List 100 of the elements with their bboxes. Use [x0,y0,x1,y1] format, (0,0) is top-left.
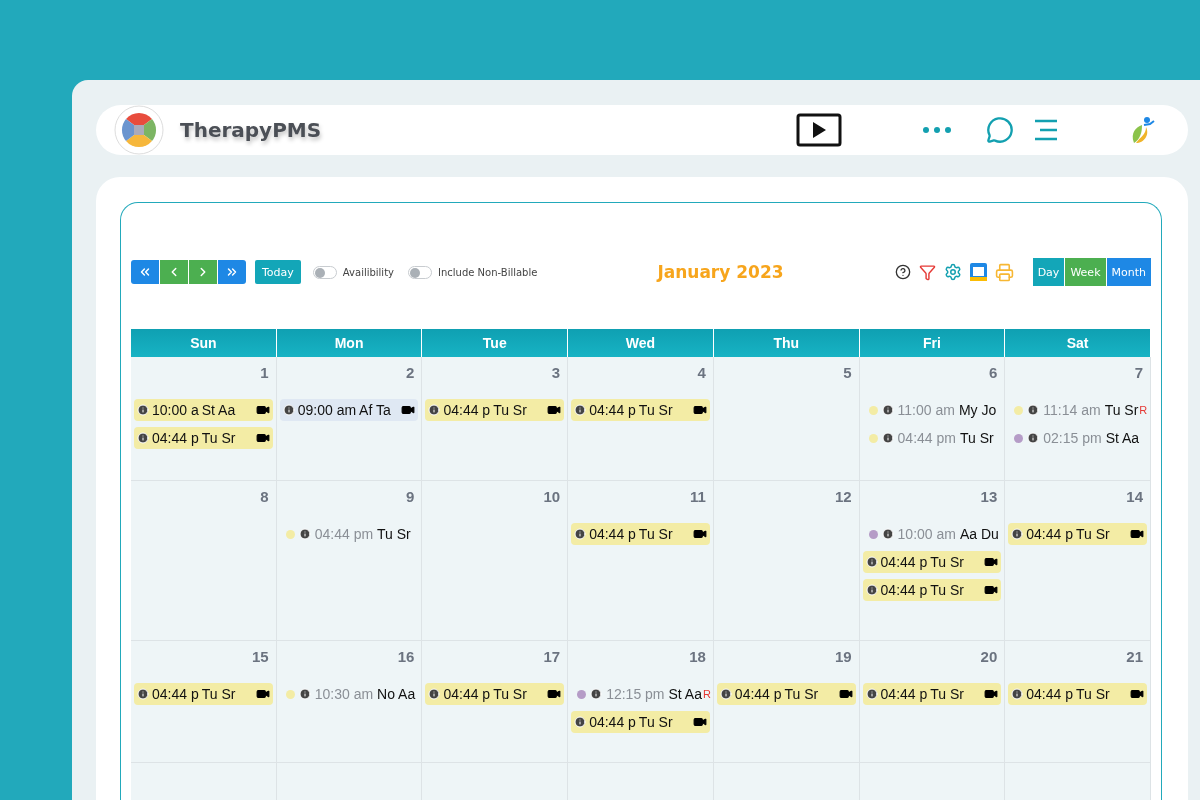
day-cell[interactable]: 2 09:00 am Af Ta [276,357,423,481]
appointment-time: 04:44 p [443,686,491,702]
info-icon[interactable] [574,716,587,728]
settings-icon[interactable] [943,263,962,281]
info-icon[interactable] [1027,404,1040,416]
appointment-name[interactable]: No Aa [377,686,416,702]
appointment-block[interactable]: 04:44 p Tu Sr [425,399,565,421]
appointment-block[interactable]: 04:44 p Tu Sr [571,399,710,421]
info-icon[interactable] [298,688,311,700]
info-icon[interactable] [1011,528,1024,540]
toggle-switch[interactable] [312,265,337,279]
calendar-icon[interactable] [969,263,987,281]
appointment-name[interactable]: St Aa [668,686,702,702]
info-icon[interactable] [137,688,149,700]
info-icon[interactable] [428,404,441,416]
info-icon[interactable] [865,584,878,596]
appointment-name: Tu Sr [493,402,527,418]
weekday-header: Tue [422,329,569,357]
appointment-name[interactable]: My Jo [958,402,997,418]
day-cell[interactable]: 14 04:44 p Tu Sr [1005,481,1151,641]
appointment-block[interactable]: 04:44 p Tu Sr [862,551,1002,573]
play-video-icon[interactable] [796,113,842,147]
appointment-block[interactable]: 04:44 p Tu Sr [571,523,710,545]
appointment-time: 04:44 p [443,402,491,418]
day-cell[interactable]: 10 [422,481,569,641]
appointment-block[interactable]: 10:00 a St Aa [134,399,273,421]
appointment-block[interactable]: 04:44 p Tu Sr [571,711,710,733]
date-number: 16 [397,648,415,665]
appointment-block[interactable]: 04:44 p Tu Sr [425,683,565,705]
info-icon[interactable] [881,404,894,416]
appointment-name: St Aa [201,402,236,418]
date-number: 2 [406,364,415,381]
day-cell[interactable]: 17 04:44 p Tu Sr [422,641,569,763]
appointment-time: 04:44 p [152,686,199,702]
appointment-block[interactable]: 04:44 p Tu Sr [134,683,273,705]
day-cell[interactable]: 20 04:44 p Tu Sr [859,641,1006,763]
appointment-block[interactable]: 04:44 p Tu Sr [862,683,1002,705]
toggle-switch[interactable] [408,265,432,279]
appointment-name[interactable]: Aa Du [959,526,999,542]
info-icon[interactable] [282,404,295,416]
menu-icon[interactable] [1034,119,1058,141]
day-cell[interactable]: 9 04:44 pm Tu Sr [276,481,423,641]
appointment-block[interactable]: 04:44 p Tu Sr [716,683,856,705]
info-icon[interactable] [574,528,587,540]
info-icon[interactable] [881,432,894,444]
appointment-block[interactable]: 09:00 am Af Ta [279,399,419,421]
day-cell[interactable]: 12 [713,481,860,641]
day-cell[interactable]: 21 04:44 p Tu Sr [1005,641,1151,763]
weekday-header: Sat [1005,329,1151,357]
day-cell[interactable]: 15 04:44 p Tu Sr [131,641,277,763]
help-icon[interactable] [894,264,911,280]
date-number: 6 [988,364,998,381]
day-cell[interactable]: 8 [131,481,277,641]
double-chevron-right-button[interactable] [218,260,246,284]
video-camera-icon [401,403,416,417]
info-icon[interactable] [881,528,894,540]
info-icon[interactable] [865,688,878,700]
appointment-name: Tu Sr [638,402,673,418]
info-icon[interactable] [428,688,441,700]
date-number: 19 [834,648,852,665]
date-number: 18 [689,648,706,665]
info-icon[interactable] [1027,432,1040,444]
chat-icon[interactable] [986,116,1014,144]
appointment-name[interactable]: Tu Sr [959,430,994,446]
filter-icon[interactable] [918,263,936,281]
info-icon[interactable] [574,404,587,416]
date-number: 3 [551,364,561,381]
info-icon[interactable] [590,688,603,700]
day-cell[interactable]: 13 10:00 am Aa Du 04:44 p Tu Sr 04:44 p Tu Sr [859,481,1006,641]
double-chevron-left-button[interactable] [131,260,159,284]
info-icon[interactable] [719,688,732,700]
appointment-name: Tu Sr [1076,526,1110,542]
appointment-name: Tu Sr [638,714,673,730]
day-cell[interactable]: 1 10:00 a St Aa 04:44 p Tu Sr [131,357,277,481]
day-cell[interactable]: 18 12:15 pm St AaR 04:44 p Tu Sr [568,641,714,763]
view-button[interactable]: Month [1106,258,1151,286]
appointment-time: 11:14 am [1043,402,1101,418]
appointment-block[interactable]: 04:44 p Tu Sr [134,427,273,449]
info-icon[interactable] [298,528,311,540]
appointment-name[interactable]: Tu Sr [377,526,411,542]
appointment-block[interactable]: 04:44 p Tu Sr [1008,523,1147,545]
appointment-time: 10:00 am [897,526,956,542]
more-dots-icon[interactable] [922,126,952,134]
day-cell[interactable]: 6 11:00 am My Jo 04:44 pm Tu Sr [859,357,1006,481]
day-cell[interactable]: 7 11:14 am Tu SrR 02:15 pm St Aa [1005,357,1151,481]
appointment-name[interactable]: St Aa [1105,430,1140,446]
date-number: 4 [697,364,706,381]
day-cell[interactable]: 11 04:44 p Tu Sr [568,481,714,641]
info-icon[interactable] [137,432,149,444]
day-cell[interactable]: 16 10:30 am No Aa [276,641,423,763]
day-cell[interactable]: 19 04:44 p Tu Sr [713,641,860,763]
info-icon[interactable] [137,404,149,416]
day-cell[interactable]: 3 04:44 p Tu Sr [422,357,569,481]
appointment-name[interactable]: Tu Sr [1104,402,1139,418]
info-icon[interactable] [1011,688,1024,700]
info-icon[interactable] [865,556,878,568]
day-cell[interactable]: 4 04:44 p Tu Sr [568,357,714,481]
appointment-block[interactable]: 04:44 p Tu Sr [862,579,1002,601]
day-cell[interactable]: 5 [713,357,860,481]
appointment-block[interactable]: 04:44 p Tu Sr [1008,683,1147,705]
